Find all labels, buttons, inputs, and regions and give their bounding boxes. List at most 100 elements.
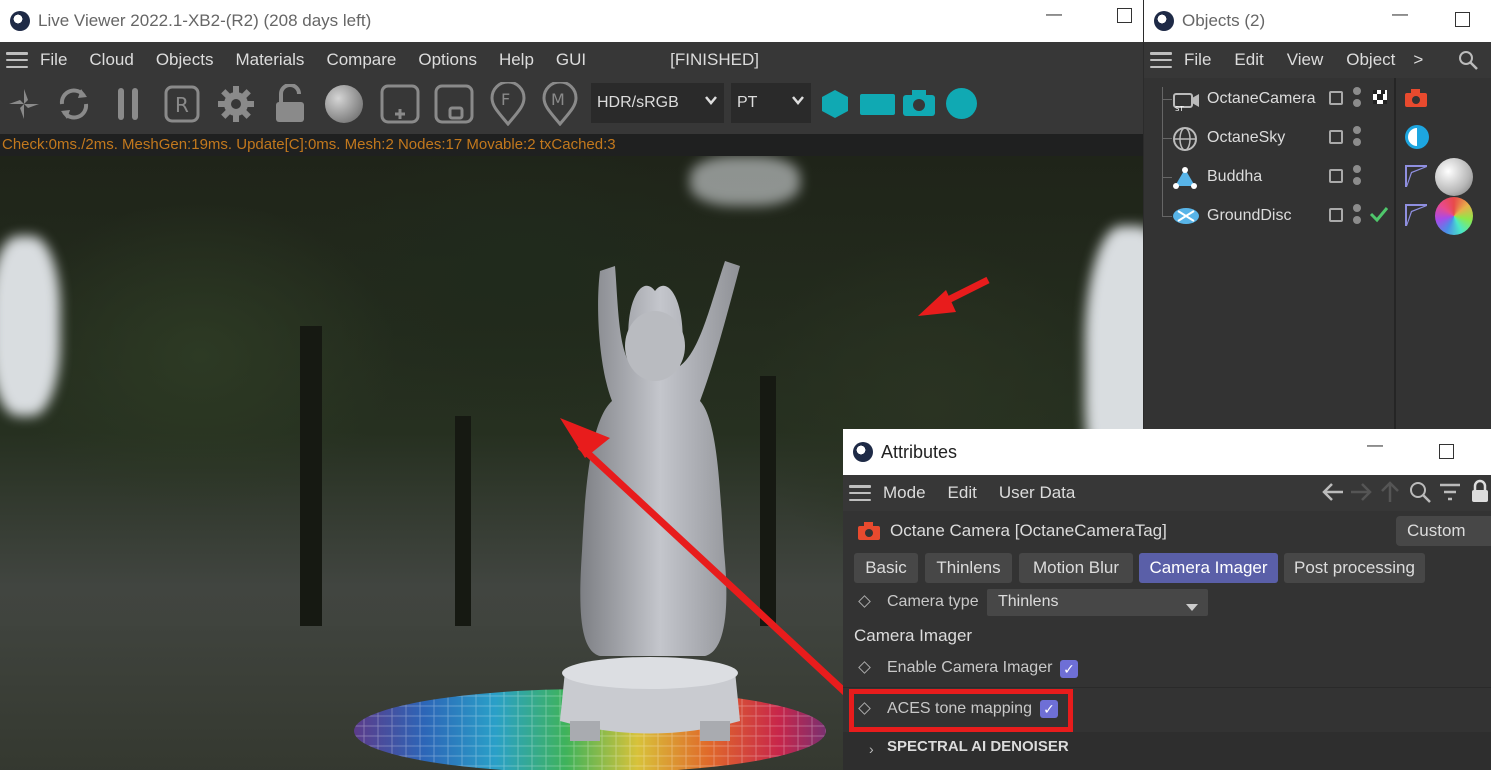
clay-mode-icon[interactable] — [432, 82, 476, 126]
minimize-icon[interactable]: — — [1046, 6, 1062, 24]
objects-titlebar: Objects (2) — — [1144, 0, 1491, 42]
cinema4d-logo-icon — [10, 11, 30, 31]
objects-title: Objects (2) — [1182, 11, 1266, 30]
svg-text:M: M — [551, 90, 565, 109]
hamburger-menu-icon[interactable] — [849, 485, 871, 501]
tree-line — [1162, 99, 1172, 100]
tab-thinlens[interactable]: Thinlens — [925, 553, 1012, 583]
svg-text:ST: ST — [1175, 105, 1184, 112]
material-ball-icon[interactable] — [322, 82, 366, 126]
object-row-octanecamera[interactable]: ST OctaneCamera — [1144, 80, 1491, 119]
checkmark-icon[interactable] — [1369, 205, 1389, 228]
object-name: OctaneSky — [1207, 129, 1286, 146]
edit-visibility-icon[interactable] — [1329, 169, 1343, 183]
lock-icon[interactable] — [1470, 479, 1490, 508]
edit-visibility-icon[interactable] — [1329, 130, 1343, 144]
visibility-dots-icon[interactable] — [1353, 204, 1363, 228]
menu-objects[interactable]: Objects — [156, 50, 214, 70]
search-icon[interactable] — [1409, 481, 1431, 508]
minimize-icon[interactable]: — — [1392, 6, 1408, 24]
hamburger-menu-icon[interactable] — [1150, 52, 1172, 68]
visibility-dots-icon[interactable] — [1353, 87, 1363, 111]
disc-object-icon — [1172, 205, 1199, 227]
visibility-dots-icon[interactable] — [1353, 126, 1363, 150]
tab-camera-imager[interactable]: Camera Imager — [1139, 553, 1278, 583]
filter-icon[interactable] — [1439, 482, 1461, 507]
maximize-icon[interactable] — [1455, 12, 1470, 27]
edit-visibility-icon[interactable] — [1329, 208, 1343, 222]
material-pick-icon[interactable]: M — [538, 82, 582, 126]
object-name: Buddha — [1207, 168, 1263, 185]
texture-tag-icon[interactable] — [1404, 164, 1428, 188]
object-row-grounddisc[interactable]: GroundDisc — [1144, 197, 1491, 236]
object-row-buddha[interactable]: Buddha — [1144, 158, 1491, 197]
camera-icon[interactable] — [902, 89, 936, 117]
hamburger-menu-icon[interactable] — [6, 52, 28, 68]
kernel-value: PT — [737, 94, 758, 111]
aces-tone-mapping-checkbox[interactable]: ✓ — [1040, 700, 1058, 718]
search-icon[interactable] — [1458, 50, 1478, 75]
chevron-down-icon — [704, 93, 718, 112]
tab-motion-blur[interactable]: Motion Blur — [1019, 553, 1133, 583]
menu-object[interactable]: Object — [1346, 50, 1395, 70]
menu-more[interactable]: > — [1413, 50, 1423, 70]
camera-type-label: Camera type — [887, 593, 979, 610]
denoiser-section-header[interactable]: › SPECTRAL AI DENOISER — [843, 732, 1491, 770]
tree-line — [1162, 216, 1172, 217]
kernel-select[interactable]: PT — [731, 83, 811, 123]
objects-window: Objects (2) — File Edit View Object > ST… — [1144, 0, 1491, 429]
material-preview-color-grid[interactable] — [1435, 197, 1473, 235]
menu-options[interactable]: Options — [418, 50, 477, 70]
hexagon-icon[interactable] — [820, 89, 850, 119]
focus-pick-icon[interactable]: F — [486, 82, 530, 126]
menu-help[interactable]: Help — [499, 50, 534, 70]
rectangle-icon[interactable] — [860, 94, 895, 115]
menu-mode[interactable]: Mode — [883, 483, 926, 503]
minimize-icon[interactable]: — — [1367, 437, 1383, 455]
divider — [843, 687, 1491, 688]
enable-camera-imager-checkbox[interactable]: ✓ — [1060, 660, 1078, 678]
sky-object-icon — [1172, 127, 1198, 151]
material-preview-white[interactable] — [1435, 158, 1473, 196]
preset-dropdown[interactable]: Custom — [1396, 516, 1491, 546]
settings-gear-icon[interactable] — [214, 82, 258, 126]
octane-camera-tag-icon — [857, 521, 881, 540]
menu-cloud[interactable]: Cloud — [89, 50, 133, 70]
menu-gui[interactable]: GUI — [556, 50, 586, 70]
texture-tag-icon[interactable] — [1404, 203, 1428, 227]
checker-tag-icon[interactable] — [1373, 90, 1387, 104]
object-name: OctaneCamera — [1207, 90, 1316, 107]
menu-materials[interactable]: Materials — [235, 50, 304, 70]
maximize-icon[interactable] — [1117, 8, 1132, 23]
environment-tag-icon[interactable] — [1404, 124, 1430, 150]
pause-icon[interactable] — [106, 82, 150, 126]
svg-text:R: R — [175, 93, 189, 117]
menu-compare[interactable]: Compare — [326, 50, 396, 70]
octane-camera-tag-icon[interactable] — [1404, 88, 1428, 108]
camera-type-value: Thinlens — [998, 593, 1059, 610]
restart-icon[interactable] — [52, 82, 96, 126]
camera-type-select[interactable]: Thinlens — [987, 589, 1208, 616]
maximize-icon[interactable] — [1439, 444, 1454, 459]
live-viewer-titlebar: Live Viewer 2022.1-XB2-(R2) (208 days le… — [0, 0, 1143, 42]
menu-user-data[interactable]: User Data — [999, 483, 1076, 503]
tab-basic[interactable]: Basic — [854, 553, 918, 583]
region-render-icon[interactable]: R — [160, 82, 204, 126]
tab-post-processing[interactable]: Post processing — [1284, 553, 1425, 583]
send-scene-icon[interactable] — [2, 82, 46, 126]
menu-edit[interactable]: Edit — [948, 483, 977, 503]
menu-file[interactable]: File — [1184, 50, 1211, 70]
attributes-titlebar: Attributes — — [843, 429, 1491, 475]
back-arrow-icon[interactable] — [1321, 481, 1345, 508]
color-space-select[interactable]: HDR/sRGB — [591, 83, 724, 123]
object-row-octanesky[interactable]: OctaneSky — [1144, 119, 1491, 158]
menu-file[interactable]: File — [40, 50, 67, 70]
menu-edit[interactable]: Edit — [1234, 50, 1263, 70]
menu-view[interactable]: View — [1287, 50, 1324, 70]
chevron-down-icon — [791, 93, 805, 112]
lock-icon[interactable] — [268, 82, 312, 126]
visibility-dots-icon[interactable] — [1353, 165, 1363, 189]
circle-icon[interactable] — [946, 88, 977, 119]
edit-visibility-icon[interactable] — [1329, 91, 1343, 105]
add-region-icon[interactable] — [378, 82, 422, 126]
